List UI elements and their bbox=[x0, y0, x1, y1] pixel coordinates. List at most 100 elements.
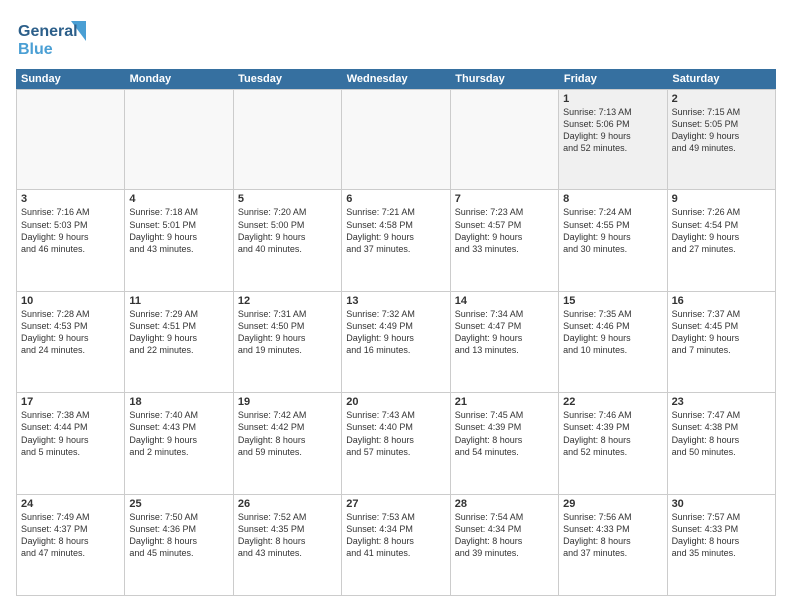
calendar-cell: 9Sunrise: 7:26 AM Sunset: 4:54 PM Daylig… bbox=[668, 190, 776, 291]
day-number: 19 bbox=[238, 396, 337, 408]
day-info: Sunrise: 7:57 AM Sunset: 4:33 PM Dayligh… bbox=[672, 511, 771, 560]
day-number: 30 bbox=[672, 498, 771, 510]
day-number: 27 bbox=[346, 498, 445, 510]
calendar-cell: 7Sunrise: 7:23 AM Sunset: 4:57 PM Daylig… bbox=[451, 190, 559, 291]
calendar-cell: 14Sunrise: 7:34 AM Sunset: 4:47 PM Dayli… bbox=[451, 292, 559, 393]
calendar-cell: 16Sunrise: 7:37 AM Sunset: 4:45 PM Dayli… bbox=[668, 292, 776, 393]
day-info: Sunrise: 7:40 AM Sunset: 4:43 PM Dayligh… bbox=[129, 409, 228, 458]
calendar-cell: 25Sunrise: 7:50 AM Sunset: 4:36 PM Dayli… bbox=[125, 495, 233, 596]
day-info: Sunrise: 7:47 AM Sunset: 4:38 PM Dayligh… bbox=[672, 409, 771, 458]
calendar-row: 10Sunrise: 7:28 AM Sunset: 4:53 PM Dayli… bbox=[16, 292, 776, 393]
weekday-header: Wednesday bbox=[342, 69, 451, 89]
day-info: Sunrise: 7:54 AM Sunset: 4:34 PM Dayligh… bbox=[455, 511, 554, 560]
day-info: Sunrise: 7:21 AM Sunset: 4:58 PM Dayligh… bbox=[346, 206, 445, 255]
day-info: Sunrise: 7:45 AM Sunset: 4:39 PM Dayligh… bbox=[455, 409, 554, 458]
day-info: Sunrise: 7:53 AM Sunset: 4:34 PM Dayligh… bbox=[346, 511, 445, 560]
day-info: Sunrise: 7:20 AM Sunset: 5:00 PM Dayligh… bbox=[238, 206, 337, 255]
day-number: 10 bbox=[21, 295, 120, 307]
calendar-cell: 10Sunrise: 7:28 AM Sunset: 4:53 PM Dayli… bbox=[17, 292, 125, 393]
day-info: Sunrise: 7:15 AM Sunset: 5:05 PM Dayligh… bbox=[672, 106, 771, 155]
calendar-cell bbox=[125, 89, 233, 190]
day-number: 14 bbox=[455, 295, 554, 307]
day-number: 29 bbox=[563, 498, 662, 510]
day-info: Sunrise: 7:32 AM Sunset: 4:49 PM Dayligh… bbox=[346, 308, 445, 357]
day-number: 4 bbox=[129, 193, 228, 205]
day-info: Sunrise: 7:50 AM Sunset: 4:36 PM Dayligh… bbox=[129, 511, 228, 560]
calendar-row: 1Sunrise: 7:13 AM Sunset: 5:06 PM Daylig… bbox=[16, 89, 776, 190]
calendar-cell: 3Sunrise: 7:16 AM Sunset: 5:03 PM Daylig… bbox=[17, 190, 125, 291]
day-number: 16 bbox=[672, 295, 771, 307]
calendar-cell: 26Sunrise: 7:52 AM Sunset: 4:35 PM Dayli… bbox=[234, 495, 342, 596]
day-info: Sunrise: 7:38 AM Sunset: 4:44 PM Dayligh… bbox=[21, 409, 120, 458]
calendar-cell: 21Sunrise: 7:45 AM Sunset: 4:39 PM Dayli… bbox=[451, 393, 559, 494]
page-header: GeneralBlue bbox=[16, 16, 776, 61]
day-info: Sunrise: 7:24 AM Sunset: 4:55 PM Dayligh… bbox=[563, 206, 662, 255]
day-info: Sunrise: 7:37 AM Sunset: 4:45 PM Dayligh… bbox=[672, 308, 771, 357]
calendar-cell: 29Sunrise: 7:56 AM Sunset: 4:33 PM Dayli… bbox=[559, 495, 667, 596]
day-number: 25 bbox=[129, 498, 228, 510]
day-info: Sunrise: 7:26 AM Sunset: 4:54 PM Dayligh… bbox=[672, 206, 771, 255]
day-info: Sunrise: 7:46 AM Sunset: 4:39 PM Dayligh… bbox=[563, 409, 662, 458]
day-info: Sunrise: 7:31 AM Sunset: 4:50 PM Dayligh… bbox=[238, 308, 337, 357]
calendar-row: 24Sunrise: 7:49 AM Sunset: 4:37 PM Dayli… bbox=[16, 495, 776, 596]
day-number: 11 bbox=[129, 295, 228, 307]
calendar-cell: 2Sunrise: 7:15 AM Sunset: 5:05 PM Daylig… bbox=[668, 89, 776, 190]
svg-text:General: General bbox=[18, 23, 78, 40]
day-info: Sunrise: 7:29 AM Sunset: 4:51 PM Dayligh… bbox=[129, 308, 228, 357]
calendar: SundayMondayTuesdayWednesdayThursdayFrid… bbox=[16, 69, 776, 596]
calendar-cell: 4Sunrise: 7:18 AM Sunset: 5:01 PM Daylig… bbox=[125, 190, 233, 291]
day-info: Sunrise: 7:34 AM Sunset: 4:47 PM Dayligh… bbox=[455, 308, 554, 357]
day-info: Sunrise: 7:28 AM Sunset: 4:53 PM Dayligh… bbox=[21, 308, 120, 357]
calendar-cell: 17Sunrise: 7:38 AM Sunset: 4:44 PM Dayli… bbox=[17, 393, 125, 494]
calendar-cell: 22Sunrise: 7:46 AM Sunset: 4:39 PM Dayli… bbox=[559, 393, 667, 494]
day-number: 18 bbox=[129, 396, 228, 408]
day-number: 20 bbox=[346, 396, 445, 408]
logo-svg: GeneralBlue bbox=[16, 16, 86, 61]
calendar-row: 3Sunrise: 7:16 AM Sunset: 5:03 PM Daylig… bbox=[16, 190, 776, 291]
day-number: 3 bbox=[21, 193, 120, 205]
svg-text:Blue: Blue bbox=[18, 41, 53, 58]
day-info: Sunrise: 7:18 AM Sunset: 5:01 PM Dayligh… bbox=[129, 206, 228, 255]
day-info: Sunrise: 7:42 AM Sunset: 4:42 PM Dayligh… bbox=[238, 409, 337, 458]
day-number: 1 bbox=[563, 93, 662, 105]
day-number: 23 bbox=[672, 396, 771, 408]
day-number: 28 bbox=[455, 498, 554, 510]
calendar-cell: 15Sunrise: 7:35 AM Sunset: 4:46 PM Dayli… bbox=[559, 292, 667, 393]
day-number: 24 bbox=[21, 498, 120, 510]
calendar-header: SundayMondayTuesdayWednesdayThursdayFrid… bbox=[16, 69, 776, 89]
day-number: 15 bbox=[563, 295, 662, 307]
logo: GeneralBlue bbox=[16, 16, 86, 61]
day-number: 13 bbox=[346, 295, 445, 307]
day-number: 12 bbox=[238, 295, 337, 307]
day-number: 2 bbox=[672, 93, 771, 105]
weekday-header: Tuesday bbox=[233, 69, 342, 89]
weekday-header: Sunday bbox=[16, 69, 125, 89]
day-info: Sunrise: 7:16 AM Sunset: 5:03 PM Dayligh… bbox=[21, 206, 120, 255]
calendar-cell: 23Sunrise: 7:47 AM Sunset: 4:38 PM Dayli… bbox=[668, 393, 776, 494]
calendar-cell bbox=[451, 89, 559, 190]
day-number: 6 bbox=[346, 193, 445, 205]
day-number: 21 bbox=[455, 396, 554, 408]
day-info: Sunrise: 7:52 AM Sunset: 4:35 PM Dayligh… bbox=[238, 511, 337, 560]
calendar-cell: 20Sunrise: 7:43 AM Sunset: 4:40 PM Dayli… bbox=[342, 393, 450, 494]
calendar-cell: 5Sunrise: 7:20 AM Sunset: 5:00 PM Daylig… bbox=[234, 190, 342, 291]
calendar-cell: 13Sunrise: 7:32 AM Sunset: 4:49 PM Dayli… bbox=[342, 292, 450, 393]
calendar-cell: 6Sunrise: 7:21 AM Sunset: 4:58 PM Daylig… bbox=[342, 190, 450, 291]
calendar-body: 1Sunrise: 7:13 AM Sunset: 5:06 PM Daylig… bbox=[16, 89, 776, 596]
day-number: 22 bbox=[563, 396, 662, 408]
calendar-cell bbox=[342, 89, 450, 190]
weekday-header: Friday bbox=[559, 69, 668, 89]
weekday-header: Saturday bbox=[667, 69, 776, 89]
calendar-cell bbox=[234, 89, 342, 190]
day-number: 5 bbox=[238, 193, 337, 205]
day-number: 17 bbox=[21, 396, 120, 408]
day-number: 8 bbox=[563, 193, 662, 205]
day-info: Sunrise: 7:35 AM Sunset: 4:46 PM Dayligh… bbox=[563, 308, 662, 357]
calendar-cell bbox=[17, 89, 125, 190]
calendar-cell: 24Sunrise: 7:49 AM Sunset: 4:37 PM Dayli… bbox=[17, 495, 125, 596]
day-info: Sunrise: 7:23 AM Sunset: 4:57 PM Dayligh… bbox=[455, 206, 554, 255]
calendar-cell: 8Sunrise: 7:24 AM Sunset: 4:55 PM Daylig… bbox=[559, 190, 667, 291]
day-number: 26 bbox=[238, 498, 337, 510]
calendar-row: 17Sunrise: 7:38 AM Sunset: 4:44 PM Dayli… bbox=[16, 393, 776, 494]
day-info: Sunrise: 7:43 AM Sunset: 4:40 PM Dayligh… bbox=[346, 409, 445, 458]
